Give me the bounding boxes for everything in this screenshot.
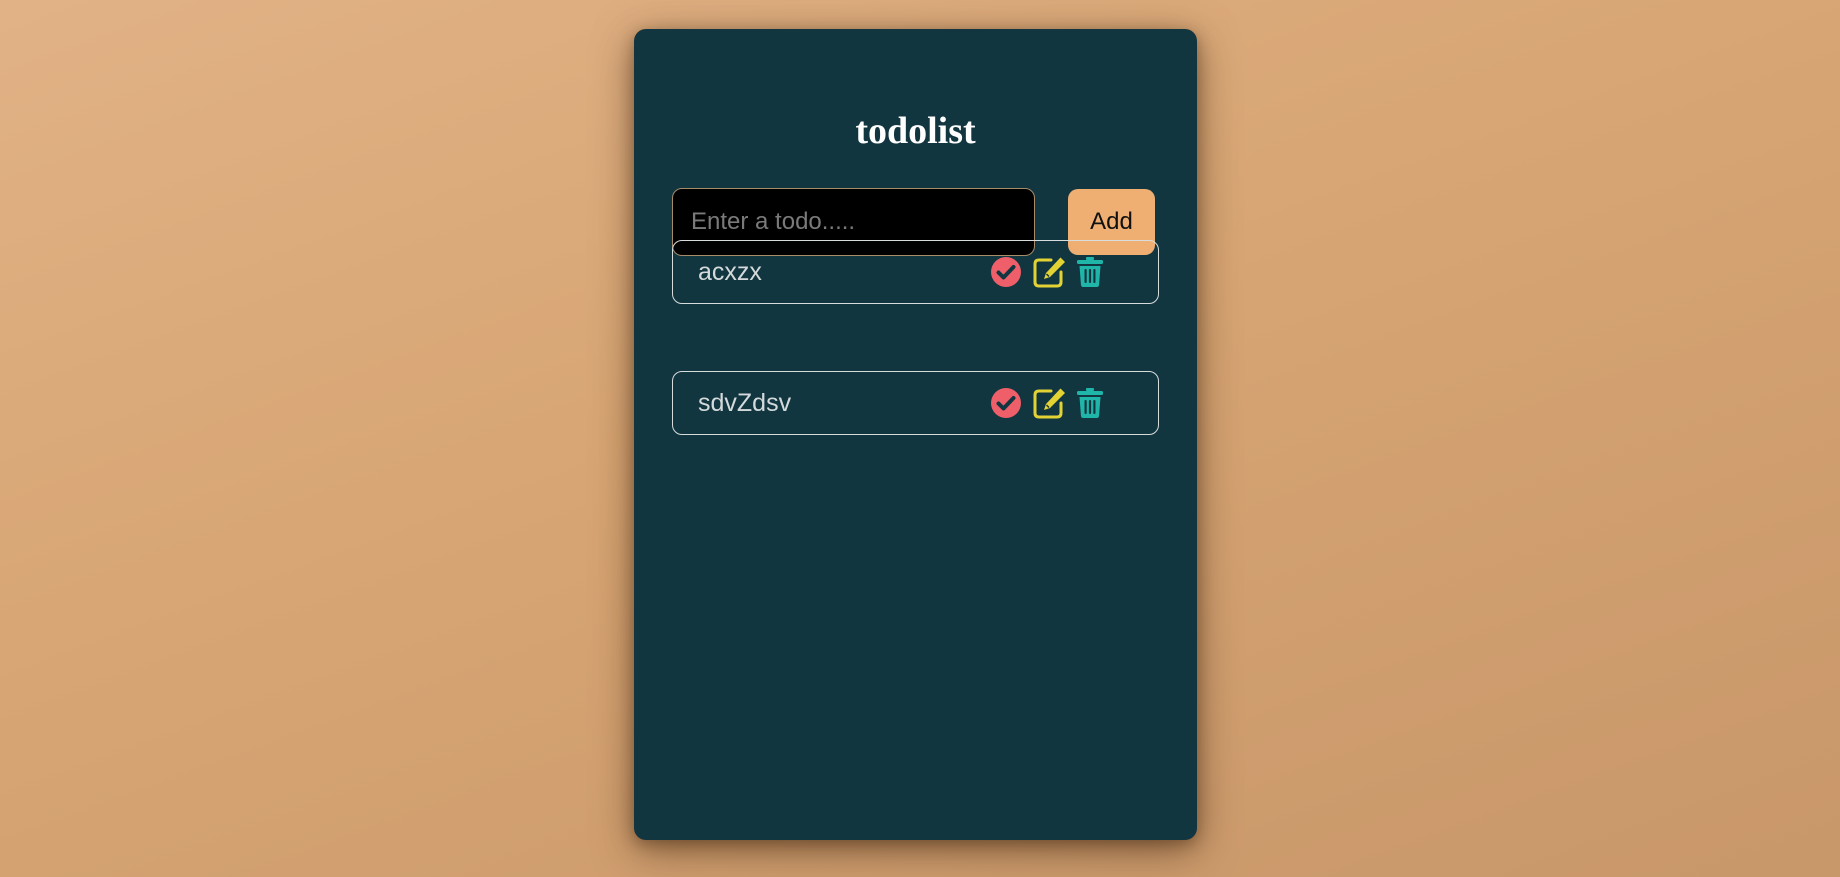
check-circle-icon[interactable] <box>990 387 1022 419</box>
check-circle-icon[interactable] <box>990 256 1022 288</box>
todo-app-card: todolist Add acxzx <box>634 29 1197 840</box>
trash-icon[interactable] <box>1076 256 1104 288</box>
todo-item: acxzx <box>672 240 1159 304</box>
pencil-square-icon[interactable] <box>1032 386 1068 420</box>
pencil-square-icon[interactable] <box>1032 255 1068 289</box>
todo-item: sdvZdsv <box>672 371 1159 435</box>
todo-actions <box>990 387 1104 419</box>
todo-text: acxzx <box>698 258 762 286</box>
trash-icon[interactable] <box>1076 387 1104 419</box>
todo-text: sdvZdsv <box>698 389 792 417</box>
todo-actions <box>990 256 1104 288</box>
app-title: todolist <box>855 110 976 152</box>
